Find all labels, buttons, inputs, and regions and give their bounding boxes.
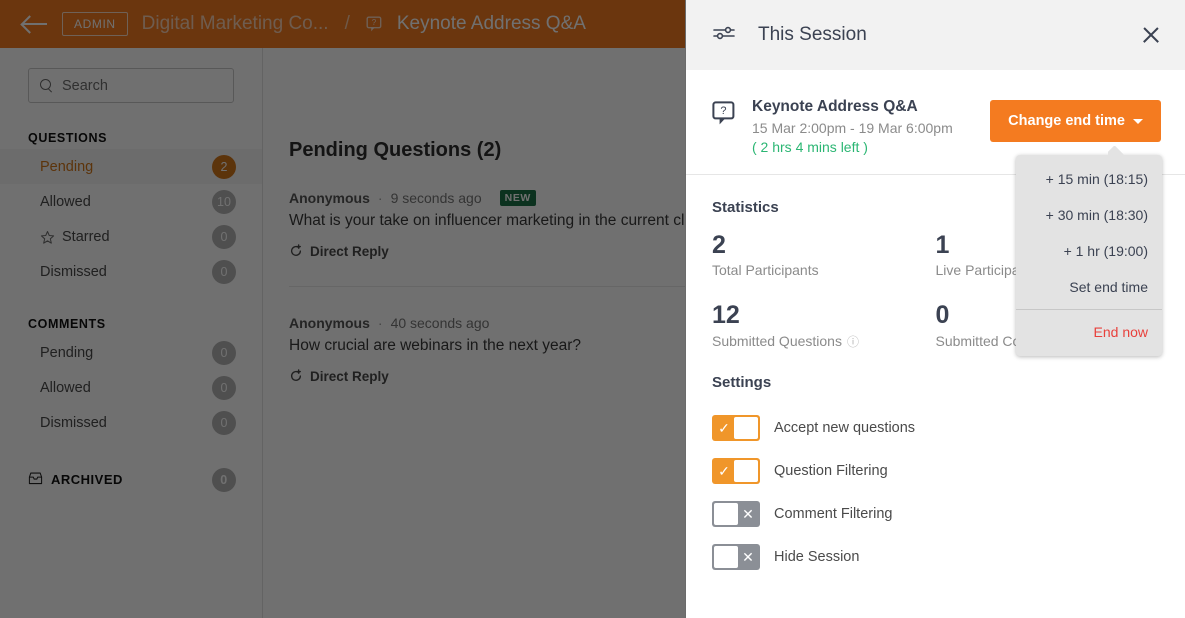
settings-heading: Settings — [712, 373, 772, 391]
session-time-left: ( 2 hrs 4 mins left ) — [752, 139, 868, 155]
check-icon: ✓ — [718, 462, 730, 479]
dropdown-item-plus-15-min[interactable]: + 15 min (18:15) — [1016, 161, 1162, 197]
dropdown-caret-icon — [1108, 146, 1126, 155]
session-panel-header: This Session — [686, 0, 1185, 70]
sliders-icon[interactable] — [712, 23, 736, 48]
stat-value: 12 — [712, 301, 740, 330]
session-summary: ? Keynote Address Q&A 15 Mar 2:00pm - 19… — [686, 70, 1185, 155]
accept-new-questions-toggle[interactable]: ✓ — [712, 415, 760, 441]
question-bubble-icon: ? — [712, 101, 738, 132]
setting-accept-new-questions: ✓ Accept new questions — [712, 407, 1159, 450]
session-name: Keynote Address Q&A — [752, 98, 918, 115]
stat-label: Total Participants — [712, 262, 819, 279]
stat-total-participants: 2 Total Participants — [712, 231, 936, 279]
setting-question-filtering: ✓ Question Filtering — [712, 450, 1159, 493]
change-end-time-label: Change end time — [1008, 113, 1125, 129]
setting-label: Hide Session — [774, 549, 860, 565]
change-end-time-dropdown: + 15 min (18:15) + 30 min (18:30) + 1 hr… — [1016, 155, 1162, 356]
dropdown-item-set-end-time[interactable]: Set end time — [1016, 269, 1162, 305]
close-icon[interactable] — [1139, 23, 1163, 47]
toggle-knob — [734, 417, 758, 439]
stat-label: Submitted Questions — [712, 333, 842, 349]
app-root: ADMIN Digital Marketing Co... / ? Keynot… — [0, 0, 1185, 618]
stat-submitted-questions: 12 Submitted Questions ⓘ — [712, 302, 936, 349]
cross-icon: ✕ — [742, 548, 754, 565]
dropdown-separator — [1016, 309, 1162, 310]
toggle-knob — [734, 460, 758, 482]
setting-label: Question Filtering — [774, 463, 888, 479]
change-end-time-button[interactable]: Change end time — [990, 100, 1161, 142]
setting-hide-session: ✕ Hide Session — [712, 536, 1159, 579]
svg-text:?: ? — [720, 105, 726, 117]
session-panel-title: This Session — [758, 24, 867, 45]
setting-label: Comment Filtering — [774, 506, 893, 522]
toggle-knob — [714, 503, 738, 525]
cross-icon: ✕ — [742, 505, 754, 522]
dropdown-item-end-now[interactable]: End now — [1016, 314, 1162, 350]
chevron-down-icon — [1133, 118, 1143, 124]
hide-session-toggle[interactable]: ✕ — [712, 544, 760, 570]
session-meta: Keynote Address Q&A 15 Mar 2:00pm - 19 M… — [752, 98, 976, 155]
session-dates: 15 Mar 2:00pm - 19 Mar 6:00pm — [752, 120, 953, 136]
settings-list: ✓ Accept new questions ✓ Question Filter… — [712, 407, 1159, 579]
toggle-knob — [714, 546, 738, 568]
setting-comment-filtering: ✕ Comment Filtering — [712, 493, 1159, 536]
question-filtering-toggle[interactable]: ✓ — [712, 458, 760, 484]
comment-filtering-toggle[interactable]: ✕ — [712, 501, 760, 527]
dropdown-item-plus-1-hr[interactable]: + 1 hr (19:00) — [1016, 233, 1162, 269]
info-icon[interactable]: ⓘ — [847, 333, 859, 350]
check-icon: ✓ — [718, 419, 730, 436]
setting-label: Accept new questions — [774, 420, 916, 436]
stat-value: 2 — [712, 231, 726, 259]
modal-dim-overlay[interactable] — [0, 0, 685, 618]
settings-section: Settings ✓ Accept new questions ✓ Questi… — [686, 374, 1185, 579]
dropdown-item-plus-30-min[interactable]: + 30 min (18:30) — [1016, 197, 1162, 233]
